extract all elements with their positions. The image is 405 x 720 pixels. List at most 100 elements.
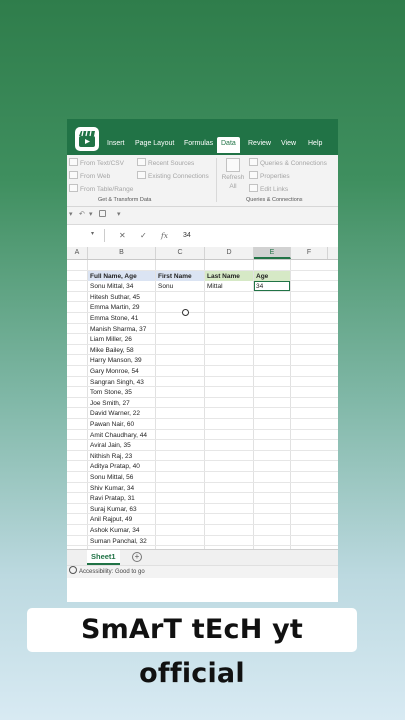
spreadsheet-grid[interactable]: Full Name, Age First Name Last Name Age …	[67, 260, 338, 549]
table-row: Manish Sharma, 37	[67, 324, 338, 335]
full-name-age-cell[interactable]: Aditya Pratap, 40	[88, 461, 155, 471]
full-name-age-cell[interactable]: Ashok Kumar, 34	[88, 525, 155, 535]
tab-formulas[interactable]: Formulas	[184, 139, 213, 149]
full-name-age-cell[interactable]: David Warner, 22	[88, 408, 155, 418]
full-name-age-cell[interactable]: Sonu Mittal, 56	[88, 472, 155, 482]
quick-access-toolbar: ▾ ↶ ▾ ▾	[67, 207, 338, 225]
sheet-tab-sheet1[interactable]: Sheet1	[87, 550, 120, 565]
sheet-tab-bar: Sheet1 +	[67, 549, 338, 565]
tab-page-layout[interactable]: Page Layout	[135, 139, 174, 149]
existing-connections-label: Existing Connections	[148, 173, 209, 180]
table-header-row: Full Name, Age First Name Last Name Age	[67, 270, 338, 282]
name-box-dropdown-icon[interactable]: ▾	[91, 230, 94, 237]
formula-bar: ▾ ✕ ✓ fx 34	[67, 225, 338, 248]
table-row: Harry Manson, 39	[67, 355, 338, 366]
full-name-age-cell[interactable]: Nithish Raj, 23	[88, 451, 155, 461]
table-row: Tom Stone, 35	[67, 387, 338, 398]
refresh-all-button[interactable]: Refresh All	[220, 158, 246, 191]
column-header-f[interactable]: F	[291, 247, 328, 259]
age-cell-active[interactable]: 34	[254, 281, 290, 292]
column-header-d[interactable]: D	[205, 247, 254, 259]
full-name-age-cell[interactable]: Sonu Mittal, 34	[88, 281, 155, 291]
refresh-icon	[226, 158, 240, 172]
column-header-c[interactable]: C	[156, 247, 205, 259]
header-last-name[interactable]: Last Name	[205, 270, 253, 281]
format-painter-icon[interactable]	[99, 210, 106, 217]
enter-check-icon[interactable]: ✓	[140, 230, 147, 241]
customize-toolbar-icon[interactable]: ▾	[117, 210, 121, 218]
table-row: Ashok Kumar, 34	[67, 525, 338, 536]
table-row: Joe Smith, 27	[67, 398, 338, 409]
full-name-age-cell[interactable]: Mike Bailey, 58	[88, 345, 155, 355]
table-row: Mike Bailey, 58	[67, 345, 338, 356]
full-name-age-cell[interactable]: Harry Manson, 39	[88, 355, 155, 365]
table-row	[67, 260, 338, 271]
queries-icon	[249, 158, 258, 166]
tab-view[interactable]: View	[281, 139, 296, 149]
full-name-age-cell[interactable]: Aviral Jain, 35	[88, 440, 155, 450]
table-row: Suman Panchal, 32	[67, 536, 338, 547]
full-name-age-cell[interactable]: Emma Martin, 29	[88, 302, 155, 312]
full-name-age-cell[interactable]: Pawan Nair, 60	[88, 419, 155, 429]
header-age[interactable]: Age	[254, 270, 290, 281]
formula-input[interactable]: 34	[183, 230, 191, 241]
full-name-age-cell[interactable]: Suraj Kumar, 63	[88, 504, 155, 514]
full-name-age-cell[interactable]: Emma Stone, 41	[88, 313, 155, 323]
refresh-all-label: Refresh All	[221, 174, 245, 190]
first-name-cell[interactable]: Sonu	[156, 281, 204, 291]
full-name-age-cell[interactable]: Gary Monroe, 54	[88, 366, 155, 376]
full-name-age-cell[interactable]: Amit Chaudhary, 44	[88, 430, 155, 440]
from-table-range-button[interactable]: From Table/Range	[69, 184, 133, 194]
undo-icon[interactable]: ↶	[79, 210, 85, 218]
column-header-e[interactable]: E	[254, 247, 291, 259]
existing-connections-button[interactable]: Existing Connections	[137, 171, 209, 181]
table-row: Suraj Kumar, 63	[67, 504, 338, 515]
add-sheet-icon[interactable]: +	[132, 552, 142, 562]
full-name-age-cell[interactable]: Anil Rajput, 49	[88, 514, 155, 524]
full-name-age-cell[interactable]: Ravi Pratap, 31	[88, 493, 155, 503]
queries-connections-button[interactable]: Queries & Connections	[249, 158, 327, 168]
table-row: Aditya Pratap, 40	[67, 461, 338, 472]
full-name-age-cell[interactable]: Tom Stone, 35	[88, 387, 155, 397]
from-text-csv-button[interactable]: From Text/CSV	[69, 158, 124, 168]
full-name-age-cell[interactable]: Manish Sharma, 37	[88, 324, 155, 334]
text-file-icon	[69, 158, 78, 166]
from-web-button[interactable]: From Web	[69, 171, 110, 181]
from-table-range-label: From Table/Range	[80, 186, 134, 193]
tab-insert[interactable]: Insert	[107, 139, 125, 149]
accessibility-status[interactable]: Accessibility: Good to go	[79, 569, 145, 575]
ribbon-data-panel: From Text/CSV From Web From Table/Range …	[67, 155, 338, 207]
full-name-age-cell[interactable]: Shiv Kumar, 34	[88, 483, 155, 493]
tab-review[interactable]: Review	[248, 139, 271, 149]
table-row: Liam Miller, 26	[67, 334, 338, 345]
header-first-name[interactable]: First Name	[156, 270, 204, 281]
insert-function-button[interactable]: fx	[161, 230, 168, 241]
table-row: Sonu Mittal, 56	[67, 472, 338, 483]
table-row: Amit Chaudhary, 44	[67, 430, 338, 441]
chevron-down-icon[interactable]: ▾	[89, 210, 93, 218]
properties-button[interactable]: Properties	[249, 171, 290, 181]
from-text-csv-label: From Text/CSV	[80, 160, 124, 167]
tab-help[interactable]: Help	[308, 139, 322, 149]
header-full-name-age[interactable]: Full Name, Age	[88, 270, 155, 281]
excel-window: Insert Page Layout Formulas Data Review …	[67, 119, 338, 602]
full-name-age-cell[interactable]: Hitesh Suthar, 45	[88, 292, 155, 302]
tab-data[interactable]: Data	[217, 137, 240, 153]
full-name-age-cell[interactable]: Joe Smith, 27	[88, 398, 155, 408]
clapper-logo-icon	[75, 127, 99, 151]
edit-links-button[interactable]: Edit Links	[249, 184, 288, 194]
full-name-age-cell[interactable]: Suman Panchal, 32	[88, 536, 155, 546]
last-name-cell[interactable]: Mittal	[205, 281, 253, 291]
column-header-b[interactable]: B	[88, 247, 156, 259]
get-transform-group-label: Get & Transform Data	[98, 197, 152, 203]
full-name-age-cell[interactable]: Liam Miller, 26	[88, 334, 155, 344]
table-row: David Warner, 22	[67, 408, 338, 419]
dropdown-arrow-icon[interactable]: ▾	[69, 210, 73, 218]
full-name-age-cell[interactable]: Sangran Singh, 43	[88, 377, 155, 387]
mouse-cursor-icon	[182, 309, 189, 316]
recent-sources-button[interactable]: Recent Sources	[137, 158, 194, 168]
column-header-a[interactable]: A	[67, 247, 88, 259]
formula-divider	[104, 229, 105, 242]
cancel-icon[interactable]: ✕	[119, 230, 126, 241]
table-icon	[69, 184, 78, 192]
